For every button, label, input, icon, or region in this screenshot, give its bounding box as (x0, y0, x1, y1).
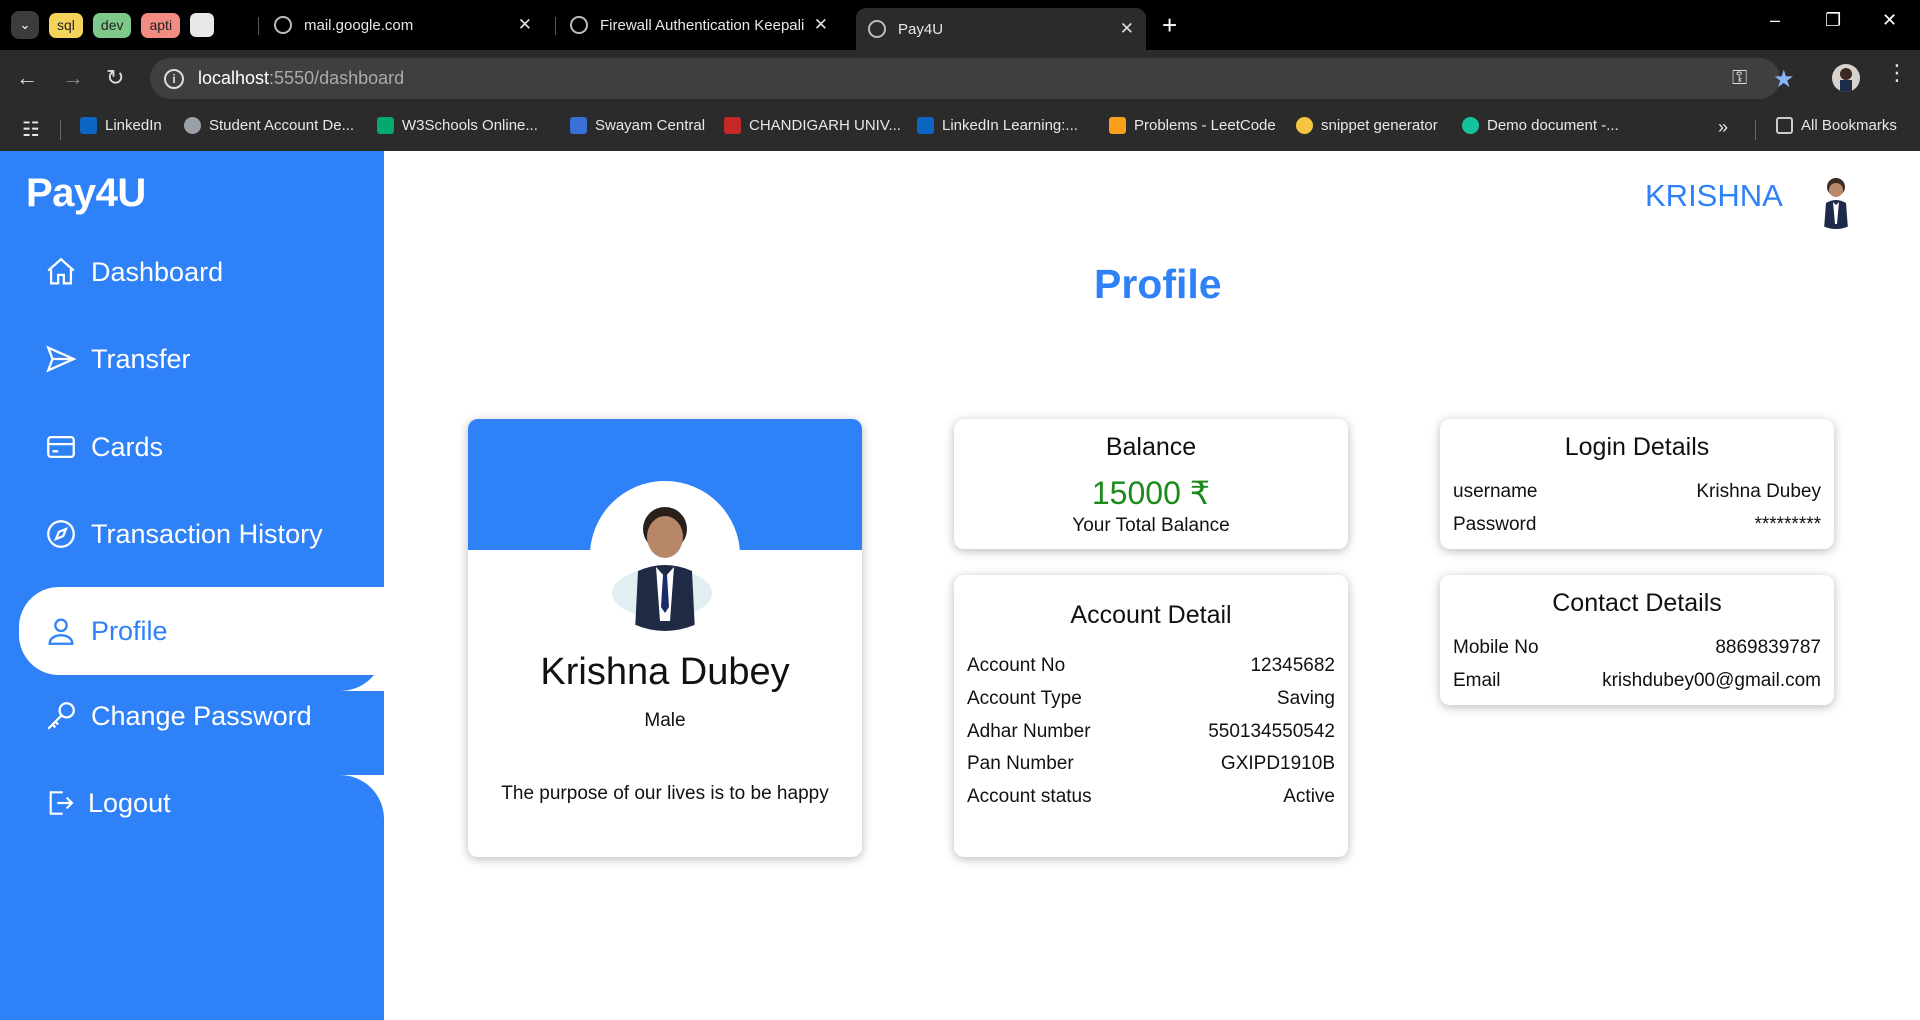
university-icon (724, 117, 741, 134)
leetcode-icon (1109, 117, 1126, 134)
account-row: Account No 12345682 (967, 655, 1335, 676)
profile-photo (590, 481, 740, 631)
home-icon (47, 257, 75, 285)
bookmark-linkedin-learning[interactable]: LinkedIn Learning:... (917, 117, 1078, 134)
app-page: Pay4U Dashboard Transfer Cards Transacti… (0, 151, 1920, 1020)
sidebar-item-dashboard[interactable]: Dashboard (0, 232, 384, 312)
bookmark-snippet-generator[interactable]: snippet generator (1296, 117, 1438, 134)
globe-icon (184, 117, 201, 134)
profile-gender: Male (644, 710, 686, 731)
url-host: localhost (198, 68, 270, 88)
browser-profile-avatar[interactable] (1832, 64, 1860, 92)
contact-details-title: Contact Details (1552, 589, 1722, 617)
globe-icon (274, 16, 292, 34)
globe-icon (868, 20, 886, 38)
snippet-icon (1296, 117, 1313, 134)
brand-logo: Pay4U (26, 171, 146, 215)
balance-subtitle: Your Total Balance (1072, 515, 1230, 536)
url-path: :5550/dashboard (269, 68, 405, 88)
contact-row: Email krishdubey00@gmail.com (1453, 670, 1821, 691)
bookmark-student-account[interactable]: Student Account De... (184, 117, 354, 134)
profile-bio: The purpose of our lives is to be happy (501, 783, 829, 804)
bookmark-swayam[interactable]: Swayam Central (570, 117, 705, 134)
login-row: username Krishna Dubey (1453, 481, 1821, 502)
account-detail-card: Account Detail Account No 12345682 Accoun… (954, 575, 1348, 857)
compass-icon (47, 520, 75, 548)
account-detail-title: Account Detail (1070, 601, 1232, 629)
tab-group-apti[interactable]: apti (141, 12, 181, 38)
page-title: Profile (1094, 261, 1222, 307)
sidebar: Pay4U Dashboard Transfer Cards Transacti… (0, 151, 384, 1020)
login-details-card: Login Details username Krishna Dubey Pass… (1440, 419, 1834, 549)
close-icon[interactable]: ✕ (1120, 19, 1134, 39)
logout-icon (49, 791, 74, 815)
bookmark-w3schools[interactable]: W3Schools Online... (377, 117, 538, 134)
tab-pay4u[interactable]: Pay4U ✕ (856, 8, 1146, 50)
chevron-down-icon: ⌄ (19, 17, 31, 32)
login-row: Password ********* (1453, 514, 1821, 535)
card-icon (47, 435, 75, 459)
close-icon[interactable]: ✕ (518, 15, 532, 35)
account-row: Account status Active (967, 786, 1335, 807)
sidebar-item-change-password[interactable]: Change Password (0, 676, 384, 756)
bookmark-demo-document[interactable]: Demo document -... (1462, 117, 1619, 134)
account-row: Account Type Saving (967, 688, 1335, 709)
account-row: Pan Number GXIPD1910B (967, 753, 1335, 774)
sidebar-item-logout[interactable]: Logout (0, 763, 384, 843)
globe-icon (570, 16, 588, 34)
balance-title: Balance (1105, 433, 1197, 461)
folder-icon (1776, 117, 1793, 134)
bookmark-linkedin[interactable]: LinkedIn (80, 117, 162, 134)
linkedin-icon (80, 117, 97, 134)
restore-button[interactable]: ❐ (1825, 10, 1841, 31)
close-icon[interactable]: ✕ (814, 15, 828, 35)
sidebar-item-cards[interactable]: Cards (0, 407, 384, 487)
account-row: Adhar Number 550134550542 (967, 721, 1335, 742)
password-key-icon[interactable]: ⚿ (1732, 67, 1747, 90)
tab-group-unnamed[interactable] (190, 13, 215, 37)
more-bookmarks-icon[interactable]: » (1718, 117, 1728, 138)
tab-gmail[interactable]: mail.google.com ✕ (262, 6, 544, 44)
contact-details-card: Contact Details Mobile No 8869839787 Emai… (1440, 575, 1834, 705)
balance-amount: 15000 ₹ (1091, 475, 1211, 511)
apps-grid-icon[interactable]: ☷ (22, 117, 40, 142)
balance-card: Balance 15000 ₹ Your Total Balance (954, 419, 1348, 549)
sidebar-item-profile[interactable]: Profile (19, 587, 384, 675)
header-username[interactable]: KRISHNA (1645, 178, 1783, 214)
reload-icon[interactable]: ↻ (106, 65, 124, 91)
back-icon[interactable]: ← (16, 65, 38, 91)
key-icon (47, 702, 75, 730)
swayam-icon (570, 117, 587, 134)
new-tab-button[interactable]: + (1162, 10, 1177, 41)
tab-group-sql[interactable]: sql (49, 12, 83, 38)
send-icon (46, 345, 77, 373)
sidebar-item-transfer[interactable]: Transfer (0, 319, 384, 399)
contact-row: Mobile No 8869839787 (1453, 637, 1821, 658)
user-icon (48, 618, 74, 645)
header-avatar[interactable] (1806, 169, 1866, 229)
profile-name: Krishna Dubey (540, 651, 790, 693)
site-info-icon[interactable]: i (164, 68, 184, 89)
close-window-button[interactable]: ✕ (1882, 10, 1897, 31)
login-details-title: Login Details (1564, 433, 1710, 461)
address-bar[interactable]: i localhost:5550/dashboard ⚿ (150, 58, 1780, 99)
bookmark-star-icon[interactable]: ★ (1773, 65, 1795, 94)
grammarly-icon (1462, 117, 1479, 134)
tab-firewall[interactable]: Firewall Authentication Keepalive ✕ (558, 6, 840, 44)
browser-toolbar: ← → ↻ i localhost:5550/dashboard ⚿ ★ (0, 50, 1920, 108)
tab-group-dev[interactable]: dev (92, 12, 132, 38)
minimize-button[interactable]: – (1770, 10, 1780, 31)
sidebar-item-transaction-history[interactable]: Transaction History (0, 494, 384, 574)
bookmark-chandigarh[interactable]: CHANDIGARH UNIV... (724, 117, 901, 134)
w3schools-icon (377, 117, 394, 134)
browser-menu-icon[interactable]: ⋮ (1886, 60, 1908, 86)
bookmarks-bar: ☷ LinkedIn Student Account De... W3Schoo… (0, 108, 1920, 151)
all-bookmarks-button[interactable]: All Bookmarks (1776, 117, 1897, 134)
forward-icon[interactable]: → (62, 65, 84, 91)
profile-card: Krishna Dubey Male The purpose of our li… (468, 419, 862, 857)
bookmark-leetcode[interactable]: Problems - LeetCode (1109, 117, 1276, 134)
tab-search-button[interactable]: ⌄ (11, 11, 39, 39)
linkedin-learning-icon (917, 117, 934, 134)
